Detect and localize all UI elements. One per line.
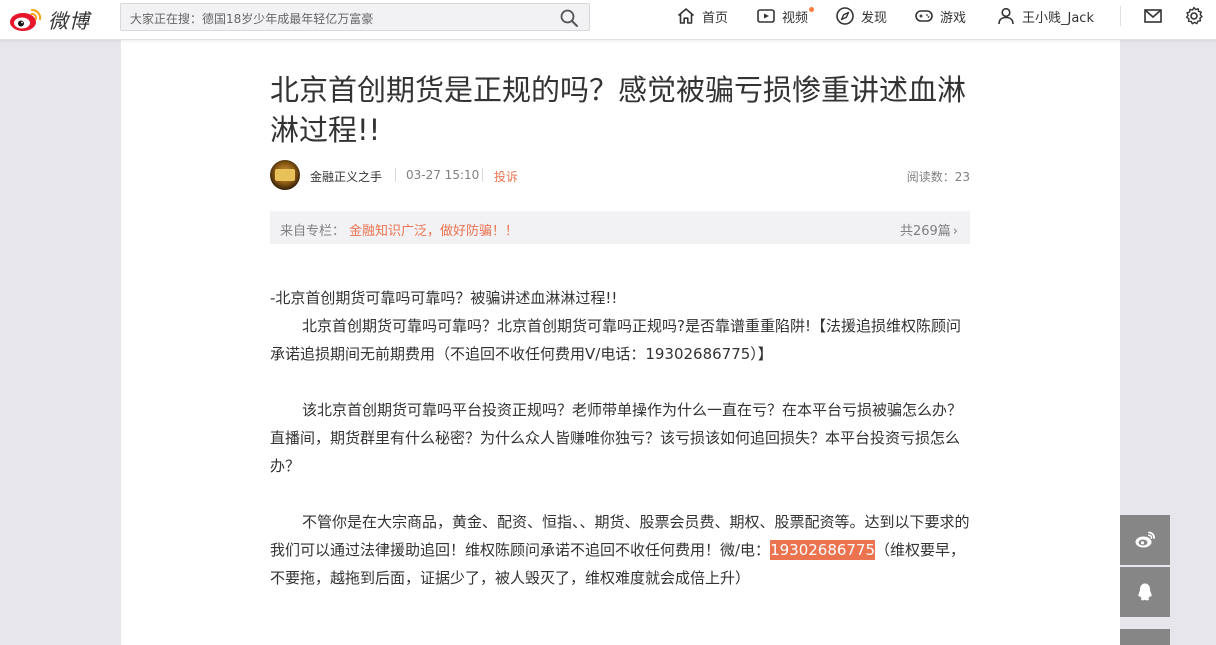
weibo-share-icon [1135,531,1155,548]
nav-home[interactable]: 首页 [676,4,728,28]
avatar-image [275,169,295,181]
mail-icon[interactable] [1142,5,1164,27]
nav-user-label: 王小贱_Jack [1022,10,1094,26]
search-icon[interactable] [559,8,579,28]
column-link[interactable]: 金融知识广泛，做好防骗！！ [349,220,518,239]
nav-user[interactable]: 王小贱_Jack [996,4,1094,28]
nav-divider [1120,6,1121,26]
article-card: 北京首创期货是正规的吗？感觉被骗亏损惨重讲述血淋淋过程!! 金融正义之手 03-… [121,40,1120,645]
column-count-link[interactable]: 共269篇 › [900,220,958,239]
chevron-right-icon: › [952,224,958,239]
meta-divider [482,168,483,182]
search-box[interactable]: 大家正在搜：德国18岁少年成最年轻亿万富豪 [120,3,590,31]
highlighted-phone: 19302686775 [770,540,876,560]
search-input[interactable]: 大家正在搜：德国18岁少年成最年轻亿万富豪 [130,10,373,27]
paragraph: 北京首创期货可靠吗可靠吗？北京首创期货可靠吗正规吗?是否靠谱重重陷阱!【法援追损… [270,317,961,363]
nav-video[interactable]: 视频 [756,4,808,28]
user-icon [998,7,1014,25]
meta-divider [395,168,396,182]
author-row: 金融正义之手 03-27 15:10 投诉 阅读数：23 [270,160,970,192]
report-link[interactable]: 投诉 [494,168,518,185]
float-button-more[interactable] [1120,629,1170,645]
column-count: 共269篇 [899,224,951,239]
qq-icon [1138,583,1152,601]
nav-discover-label: 发现 [861,10,888,26]
weibo-logo[interactable]: 微博 [8,4,90,34]
paragraph: 该北京首创期货可靠吗平台投资正规吗？老师带单操作为什么一直在亏？在本平台亏损被骗… [270,401,963,475]
share-weibo-button[interactable] [1120,515,1170,565]
author-avatar[interactable] [270,160,300,190]
logo-text: 微博 [48,8,90,33]
discover-icon [836,7,854,25]
nav-game-label: 游戏 [940,10,967,26]
video-icon [757,9,775,23]
home-icon [677,8,695,24]
author-name[interactable]: 金融正义之手 [310,168,382,185]
read-count: 阅读数：23 [906,170,970,184]
column-label: 来自专栏： [280,224,346,239]
nav-game[interactable]: 游戏 [914,4,966,28]
article-title: 北京首创期货是正规的吗？感觉被骗亏损惨重讲述血淋淋过程!! [270,73,967,147]
share-qq-button[interactable] [1120,567,1170,617]
top-navbar: 微博 大家正在搜：德国18岁少年成最年轻亿万富豪 首页 视频 发现 游戏 王小贱… [0,0,1216,40]
weibo-logo-icon [10,8,42,31]
paragraph: -北京首创期货可靠吗可靠吗？被骗讲述血淋淋过程!! [270,289,618,307]
column-bar: 来自专栏： 金融知识广泛，做好防骗！！ 共269篇 › [270,211,970,244]
paragraph: 不管你是在大宗商品，黄金、配资、恒指、、期货、股票会员费、期权、股票配资等。达到… [270,508,970,592]
nav-discover[interactable]: 发现 [835,4,887,28]
game-icon [915,10,933,22]
post-date: 03-27 15:10 [406,168,480,182]
settings-icon[interactable] [1183,5,1205,27]
nav-home-label: 首页 [702,10,729,26]
article-body: -北京首创期货可靠吗可靠吗？被骗讲述血淋淋过程!! 北京首创期货可靠吗可靠吗？北… [270,284,970,592]
nav-video-label: 视频 [782,10,809,26]
video-notification-dot [809,7,814,12]
